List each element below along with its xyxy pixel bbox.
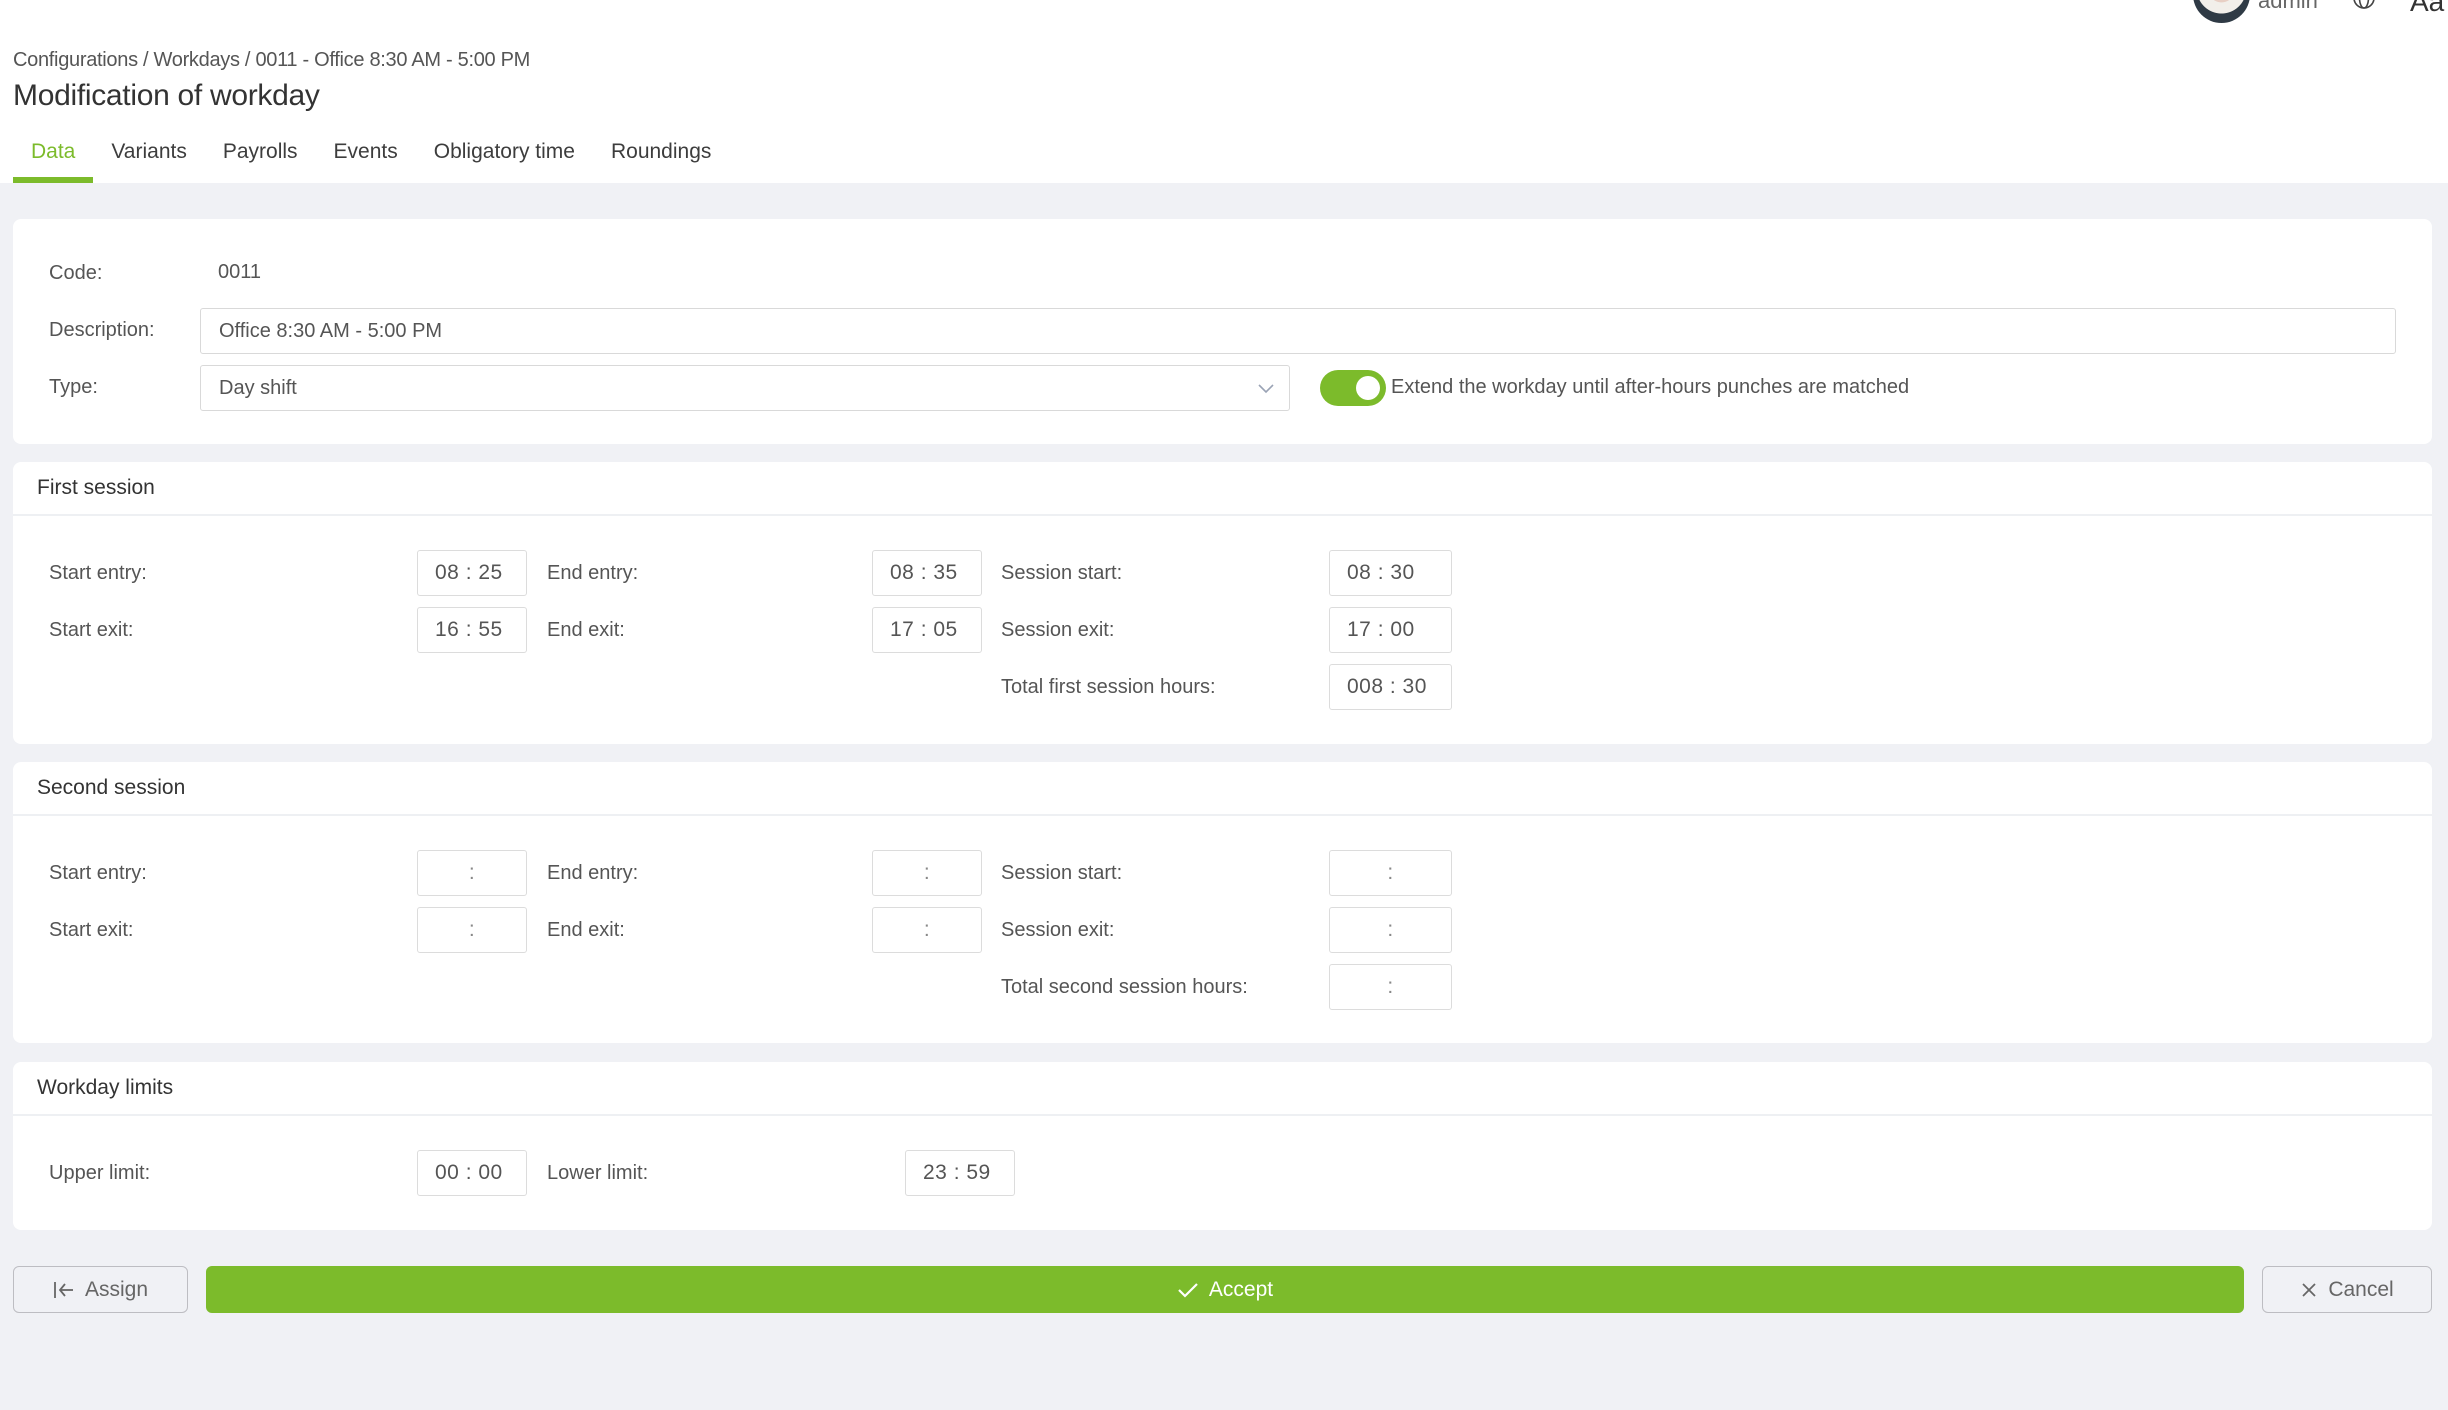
description-label: Description: <box>49 319 155 341</box>
type-label: Type: <box>49 376 98 398</box>
tab-data[interactable]: Data <box>13 132 94 183</box>
tab-events[interactable]: Events <box>316 132 416 183</box>
general-card: Code: 0011 Description: Office 8:30 AM -… <box>13 219 2432 444</box>
total-first-session-input[interactable]: 008 : 30 <box>1329 664 1452 710</box>
description-input[interactable]: Office 8:30 AM - 5:00 PM <box>200 308 2396 354</box>
end-entry-label: End entry: <box>547 562 639 584</box>
second-session-title: Second session <box>13 762 2432 816</box>
accept-label: Accept <box>1208 1277 1274 1301</box>
end-entry-input[interactable]: 08 : 35 <box>872 550 982 596</box>
assign-label: Assign <box>84 1277 149 1301</box>
session-start-label: Session start: <box>1001 862 1123 884</box>
page-title: Modification of workday <box>13 79 320 112</box>
extend-workday-toggle[interactable] <box>1320 370 1386 406</box>
breadcrumb: Configurations / Workdays / 0011 - Offic… <box>13 49 530 71</box>
code-label: Code: <box>49 262 103 284</box>
end-exit-input[interactable]: 17 : 05 <box>872 607 982 653</box>
upper-limit-input[interactable]: 00 : 00 <box>417 1150 527 1196</box>
arrow-left-to-bar-icon <box>54 1281 73 1298</box>
tab-bar: Data Variants Payrolls Events Obligatory… <box>13 132 729 183</box>
total-first-session-label: Total first session hours: <box>1001 676 1216 698</box>
session-exit-label: Session exit: <box>1001 919 1115 941</box>
workday-limits-card: Workday limits Upper limit: 00 : 00 Lowe… <box>13 1062 2432 1230</box>
start-entry-input[interactable]: : <box>417 850 527 896</box>
tab-payrolls[interactable]: Payrolls <box>205 132 316 183</box>
code-value: 0011 <box>218 261 262 283</box>
chevron-down-icon <box>1258 384 1274 394</box>
start-exit-input[interactable]: 16 : 55 <box>417 607 527 653</box>
cancel-label: Cancel <box>2328 1277 2394 1301</box>
accept-button[interactable]: Accept <box>206 1266 2244 1313</box>
tab-variants[interactable]: Variants <box>93 132 204 183</box>
session-start-input[interactable]: 08 : 30 <box>1329 550 1452 596</box>
first-session-title: First session <box>13 462 2432 516</box>
toggle-knob <box>1356 376 1380 400</box>
assign-button[interactable]: Assign <box>13 1266 188 1313</box>
second-session-card: Second session Start entry: : Start exit… <box>13 762 2432 1043</box>
type-value: Day shift <box>219 376 297 399</box>
language-selector[interactable]: Aa <box>2410 0 2444 18</box>
end-exit-label: End exit: <box>547 619 625 641</box>
total-second-session-input[interactable]: : <box>1329 964 1452 1010</box>
top-bar: admin Aa <box>0 0 2448 29</box>
type-select[interactable]: Day shift <box>200 365 1290 411</box>
session-start-input[interactable]: : <box>1329 850 1452 896</box>
user-name[interactable]: admin <box>2258 0 2318 14</box>
start-entry-label: Start entry: <box>49 862 147 884</box>
lower-limit-input[interactable]: 23 : 59 <box>905 1150 1015 1196</box>
session-exit-input[interactable]: : <box>1329 907 1452 953</box>
description-value: Office 8:30 AM - 5:00 PM <box>219 319 443 342</box>
tab-obligatory-time[interactable]: Obligatory time <box>416 132 593 183</box>
extend-workday-label: Extend the workday until after-hours pun… <box>1391 376 1910 398</box>
end-entry-label: End entry: <box>547 862 639 884</box>
cancel-button[interactable]: Cancel <box>2262 1266 2432 1313</box>
workday-limits-title: Workday limits <box>13 1062 2432 1116</box>
session-exit-input[interactable]: 17 : 00 <box>1329 607 1452 653</box>
check-icon <box>1178 1282 1198 1298</box>
lower-limit-label: Lower limit: <box>547 1162 649 1184</box>
end-entry-input[interactable]: : <box>872 850 982 896</box>
close-icon <box>2302 1282 2316 1297</box>
session-exit-label: Session exit: <box>1001 619 1115 641</box>
end-exit-input[interactable]: : <box>872 907 982 953</box>
page-header: Configurations / Workdays / 0011 - Offic… <box>0 29 2448 183</box>
start-exit-label: Start exit: <box>49 619 134 641</box>
upper-limit-label: Upper limit: <box>49 1162 151 1184</box>
start-entry-label: Start entry: <box>49 562 147 584</box>
user-avatar[interactable] <box>2193 0 2250 23</box>
globe-icon[interactable] <box>2352 0 2376 10</box>
end-exit-label: End exit: <box>547 919 625 941</box>
session-start-label: Session start: <box>1001 562 1123 584</box>
tab-roundings[interactable]: Roundings <box>593 132 729 183</box>
start-exit-input[interactable]: : <box>417 907 527 953</box>
start-exit-label: Start exit: <box>49 919 134 941</box>
first-session-card: First session Start entry: 08 : 25 Start… <box>13 462 2432 744</box>
total-second-session-label: Total second session hours: <box>1001 976 1248 998</box>
start-entry-input[interactable]: 08 : 25 <box>417 550 527 596</box>
